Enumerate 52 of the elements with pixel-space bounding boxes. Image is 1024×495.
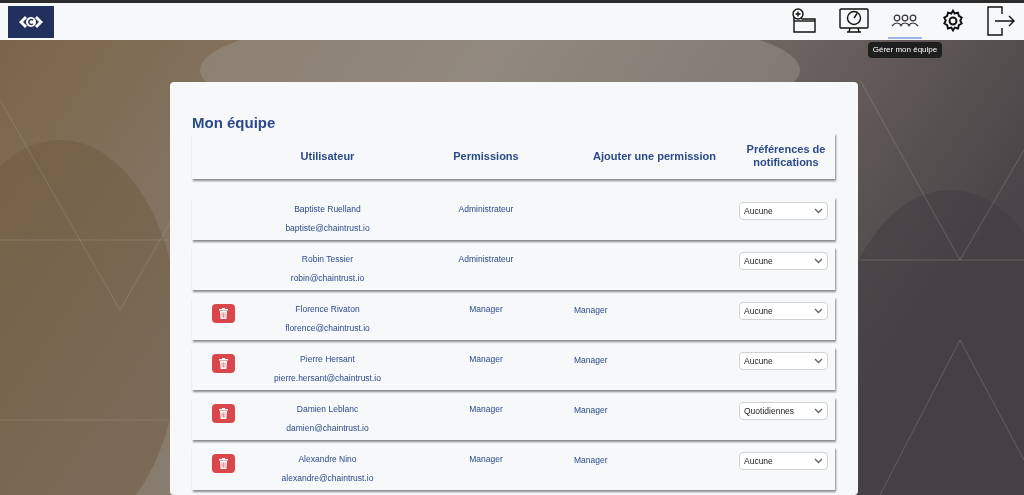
- permission: Administrateur: [458, 254, 514, 265]
- notification-select[interactable]: Aucune: [739, 452, 828, 470]
- user-name: Damien Leblanc: [296, 404, 359, 415]
- permission: Manager: [469, 354, 503, 365]
- column-header: Ajouter une permission: [592, 149, 717, 163]
- folder-add-icon: [790, 6, 818, 35]
- trash-icon: [219, 408, 228, 419]
- notification-select[interactable]: Aucune: [739, 202, 828, 220]
- user-email: baptiste@chaintrust.io: [285, 223, 370, 234]
- chevron-down-icon: [814, 358, 823, 364]
- user-email: damien@chaintrust.io: [286, 423, 369, 434]
- delete-button[interactable]: [212, 454, 235, 473]
- added-permission: Manager: [574, 355, 608, 366]
- chevron-down-icon: [814, 408, 823, 414]
- user-email: pierre.hersant@chaintrust.io: [274, 373, 381, 384]
- added-permission: Manager: [574, 305, 608, 316]
- settings-icon: [940, 7, 966, 34]
- added-permission: Manager: [574, 405, 608, 416]
- chevron-down-icon: [814, 208, 823, 214]
- notification-select[interactable]: Aucune: [739, 252, 828, 270]
- notification-select[interactable]: Quotidiennes: [739, 402, 828, 420]
- logo[interactable]: [8, 5, 54, 38]
- user-name: Baptiste Ruelland: [294, 204, 361, 215]
- permission: Manager: [469, 404, 503, 415]
- user-name: Alexandre Nino: [298, 454, 357, 465]
- delete-button[interactable]: [212, 354, 235, 373]
- trash-icon: [219, 358, 228, 369]
- user-name: Robin Tessier: [301, 254, 354, 265]
- chevron-down-icon: [814, 308, 823, 314]
- notification-select[interactable]: Aucune: [739, 352, 828, 370]
- trash-icon: [219, 308, 228, 319]
- trash-icon: [219, 458, 228, 469]
- column-header: Préférences de notifications: [745, 143, 827, 169]
- delete-button[interactable]: [212, 304, 235, 323]
- user-name: Pierre Hersant: [300, 354, 355, 365]
- notification-select[interactable]: Aucune: [739, 302, 828, 320]
- chevron-down-icon: [814, 458, 823, 464]
- user-email: florence@chaintrust.io: [285, 323, 370, 334]
- permission: Manager: [469, 304, 503, 315]
- logout-icon: [986, 4, 1016, 37]
- permission: Manager: [469, 454, 503, 465]
- added-permission: Manager: [574, 455, 608, 466]
- user-email: alexandre@chaintrust.io: [281, 473, 374, 484]
- delete-button[interactable]: [212, 404, 235, 423]
- column-header: Utilisateur: [299, 149, 356, 163]
- chevron-down-icon: [814, 258, 823, 264]
- user-name: Florence Rivaton: [295, 304, 360, 315]
- column-header: Permissions: [452, 149, 520, 163]
- gauge-monitor-icon: [838, 6, 870, 35]
- user-email: robin@chaintrust.io: [290, 273, 365, 284]
- permission: Administrateur: [458, 204, 514, 215]
- page-title: Mon équipe: [192, 113, 277, 133]
